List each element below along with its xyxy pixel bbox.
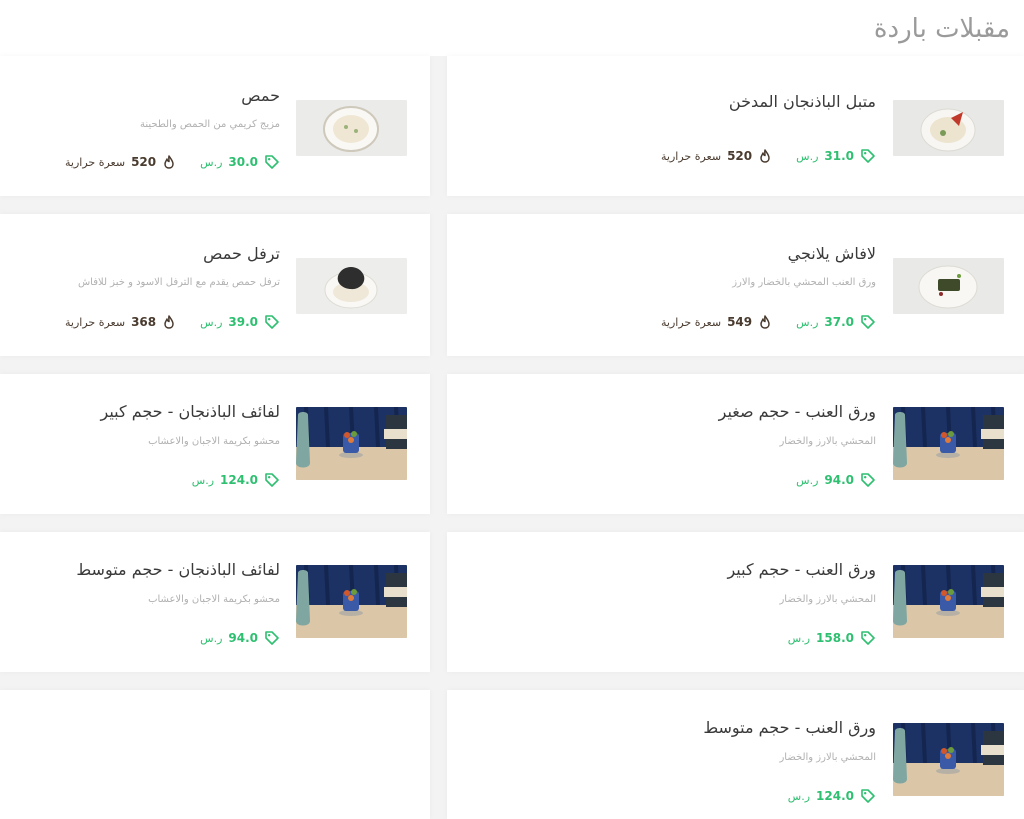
flame-icon xyxy=(162,155,176,169)
dish-price: 31.0 xyxy=(824,149,854,163)
dish-price: 37.0 xyxy=(824,315,854,329)
dish-currency: ر.س xyxy=(200,155,223,169)
dish-currency: ر.س xyxy=(787,631,811,645)
price-tag-icon xyxy=(264,314,280,330)
dish-description: المحشي بالارز والخضار xyxy=(779,594,876,605)
dish-price: 124.0 xyxy=(220,473,258,487)
dish-meta: 124.0 ر.س xyxy=(770,788,876,804)
dish-description: محشو بكريمة الاجبان والاعشاب xyxy=(148,436,280,447)
dish-name: لفائف الباذنجان - حجم كبير xyxy=(100,402,281,421)
price-tag-icon xyxy=(264,472,280,488)
menu-item-card[interactable]: حمص مزيج كريمي من الحمص والطحينة 30.0 ر.… xyxy=(0,56,430,196)
dish-name: لافاش يلانجي xyxy=(787,244,876,263)
dish-price: 158.0 xyxy=(816,631,854,645)
flame-icon xyxy=(758,149,772,163)
dish-calories: 520 xyxy=(131,155,157,169)
dish-meta: 124.0 ر.س xyxy=(174,472,280,488)
dish-image xyxy=(893,565,1004,638)
dish-meta: 94.0 ر.س xyxy=(778,472,876,488)
menu-item-card[interactable]: ترفل حمص ترفل حمص يقدم مع الترفل الاسود … xyxy=(0,214,430,356)
menu-item-card[interactable]: ورق العنب - حجم متوسط المحشي بالارز والخ… xyxy=(447,690,1024,819)
dish-price: 94.0 xyxy=(228,631,258,645)
price-tag-icon xyxy=(860,148,876,164)
dish-calories-label: سعرة حرارية xyxy=(65,315,126,329)
price-tag-icon xyxy=(860,472,876,488)
dish-description: مزيج كريمي من الحمص والطحينة xyxy=(140,119,280,130)
dish-price: 30.0 xyxy=(228,155,258,169)
dish-meta: 30.0 ر.س 520 سعرة حرارية xyxy=(65,154,280,170)
dish-description: محشو بكريمة الاجبان والاعشاب xyxy=(148,594,280,605)
dish-meta: 39.0 ر.س 368 سعرة حرارية xyxy=(65,314,280,330)
dish-image xyxy=(893,258,1004,314)
dish-name: ورق العنب - حجم متوسط xyxy=(703,718,876,737)
dish-price: 94.0 xyxy=(824,473,854,487)
dish-image xyxy=(893,100,1004,156)
dish-currency: ر.س xyxy=(796,315,819,329)
menu-item-card[interactable]: لفائف الباذنجان - حجم متوسط محشو بكريمة … xyxy=(0,532,430,672)
dish-currency: ر.س xyxy=(796,149,819,163)
section-title: مقبلات باردة xyxy=(873,14,1010,44)
dish-image xyxy=(296,100,407,156)
dish-currency: ر.س xyxy=(787,789,811,803)
price-tag-icon xyxy=(860,788,876,804)
dish-name: حمص xyxy=(241,86,280,105)
menu-item-card[interactable]: ورق العنب - حجم كبير المحشي بالارز والخض… xyxy=(447,532,1024,672)
dish-meta: 94.0 ر.س xyxy=(182,630,280,646)
dish-price: 124.0 xyxy=(816,789,854,803)
dish-name: متبل الباذنجان المدخن xyxy=(728,92,876,111)
dish-description: المحشي بالارز والخضار xyxy=(779,752,876,763)
dish-name: ورق العنب - حجم كبير xyxy=(727,560,876,579)
dish-meta: 37.0 ر.س 549 سعرة حرارية xyxy=(661,314,876,330)
menu-item-card[interactable]: ورق العنب - حجم صغير المحشي بالارز والخض… xyxy=(447,374,1024,514)
dish-calories: 549 xyxy=(727,315,753,329)
dish-calories-label: سعرة حرارية xyxy=(661,149,722,163)
dish-currency: ر.س xyxy=(200,315,223,329)
dish-calories-label: سعرة حرارية xyxy=(65,155,126,169)
price-tag-icon xyxy=(860,314,876,330)
empty-card xyxy=(0,690,430,819)
dish-name: لفائف الباذنجان - حجم متوسط xyxy=(76,560,280,579)
dish-image xyxy=(296,407,407,480)
dish-description: ترفل حمص يقدم مع الترفل الاسود و خبز للا… xyxy=(77,277,280,288)
menu-item-card[interactable]: لافاش يلانجي ورق العنب المحشي بالخضار وا… xyxy=(447,214,1024,356)
dish-meta: 158.0 ر.س xyxy=(770,630,876,646)
price-tag-icon xyxy=(860,630,876,646)
dish-currency: ر.س xyxy=(796,473,819,487)
dish-name: ورق العنب - حجم صغير xyxy=(718,402,876,421)
flame-icon xyxy=(162,315,176,329)
menu-item-card[interactable]: متبل الباذنجان المدخن 31.0 ر.س 520 سعرة … xyxy=(447,56,1024,196)
dish-name: ترفل حمص xyxy=(203,244,280,263)
price-tag-icon xyxy=(264,630,280,646)
flame-icon xyxy=(758,315,772,329)
dish-description: المحشي بالارز والخضار xyxy=(779,436,876,447)
dish-description: ورق العنب المحشي بالخضار والارز xyxy=(732,277,876,288)
dish-calories-label: سعرة حرارية xyxy=(661,315,722,329)
dish-image xyxy=(893,723,1004,796)
dish-calories: 520 xyxy=(727,149,753,163)
dish-calories: 368 xyxy=(131,315,157,329)
header-background xyxy=(0,0,1024,56)
dish-currency: ر.س xyxy=(200,631,223,645)
dish-image xyxy=(893,407,1004,480)
dish-price: 39.0 xyxy=(228,315,258,329)
menu-item-card[interactable]: لفائف الباذنجان - حجم كبير محشو بكريمة ا… xyxy=(0,374,430,514)
dish-image xyxy=(296,258,407,314)
price-tag-icon xyxy=(264,154,280,170)
dish-meta: 31.0 ر.س 520 سعرة حرارية xyxy=(661,148,876,164)
dish-image xyxy=(296,565,407,638)
dish-currency: ر.س xyxy=(191,473,215,487)
